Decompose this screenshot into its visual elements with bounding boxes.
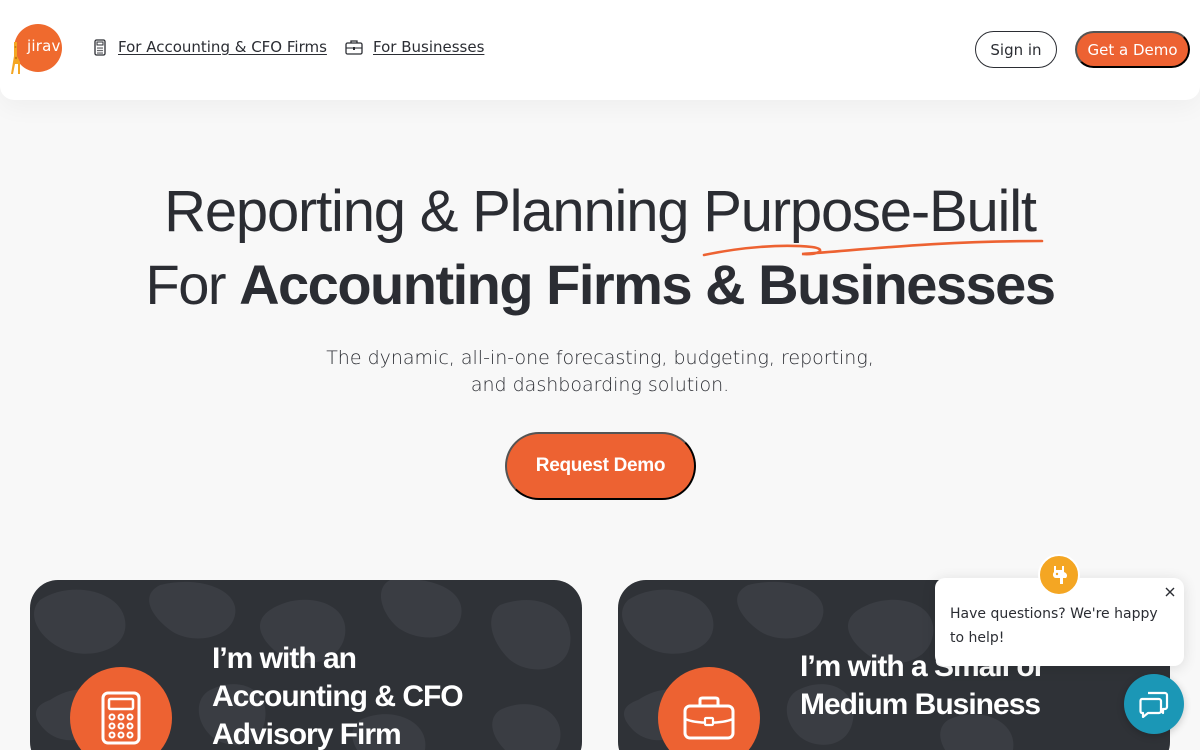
hero-line1-pre: Reporting & Planning xyxy=(164,179,704,244)
close-icon[interactable] xyxy=(1162,584,1178,600)
chat-launcher-button[interactable] xyxy=(1124,674,1184,734)
chat-icon xyxy=(1139,691,1169,718)
chat-message-text: Have questions? We're happy to help! xyxy=(950,606,1158,646)
hero-line2-bold: Accounting Firms & Businesses xyxy=(239,253,1056,316)
card-accounting-firm[interactable]: I’m with an Accounting & CFO Advisory Fi… xyxy=(30,580,582,750)
briefcase-icon xyxy=(683,696,735,740)
calculator-icon xyxy=(101,691,141,745)
logo-text: jirav xyxy=(27,37,61,55)
giraffe-icon xyxy=(1038,554,1080,596)
nav-accounting-cfo-firms[interactable]: For Accounting & CFO Firms xyxy=(92,38,327,56)
hero-line2-pre: For xyxy=(145,253,240,316)
site-header: jirav For Accounting & CFO Firms For Bus… xyxy=(0,0,1200,100)
nav-businesses[interactable]: For Businesses xyxy=(345,38,484,56)
nav-businesses-label: For Businesses xyxy=(373,38,485,56)
get-a-demo-button[interactable]: Get a Demo xyxy=(1075,31,1190,68)
card-accounting-title: I’m with an Accounting & CFO Advisory Fi… xyxy=(212,642,464,750)
request-demo-button[interactable]: Request Demo xyxy=(505,432,696,500)
hero-headline-line2: For Accounting Firms & Businesses xyxy=(0,252,1200,317)
sign-in-button[interactable]: Sign in xyxy=(975,31,1057,68)
giraffe-icon xyxy=(11,42,20,74)
hero-subtitle: The dynamic, all-in-one forecasting, bud… xyxy=(326,347,874,396)
calculator-icon xyxy=(94,38,106,56)
nav-accounting-label: For Accounting & CFO Firms xyxy=(118,38,327,56)
briefcase-icon xyxy=(345,40,363,55)
jirav-logo[interactable]: jirav xyxy=(8,24,62,74)
